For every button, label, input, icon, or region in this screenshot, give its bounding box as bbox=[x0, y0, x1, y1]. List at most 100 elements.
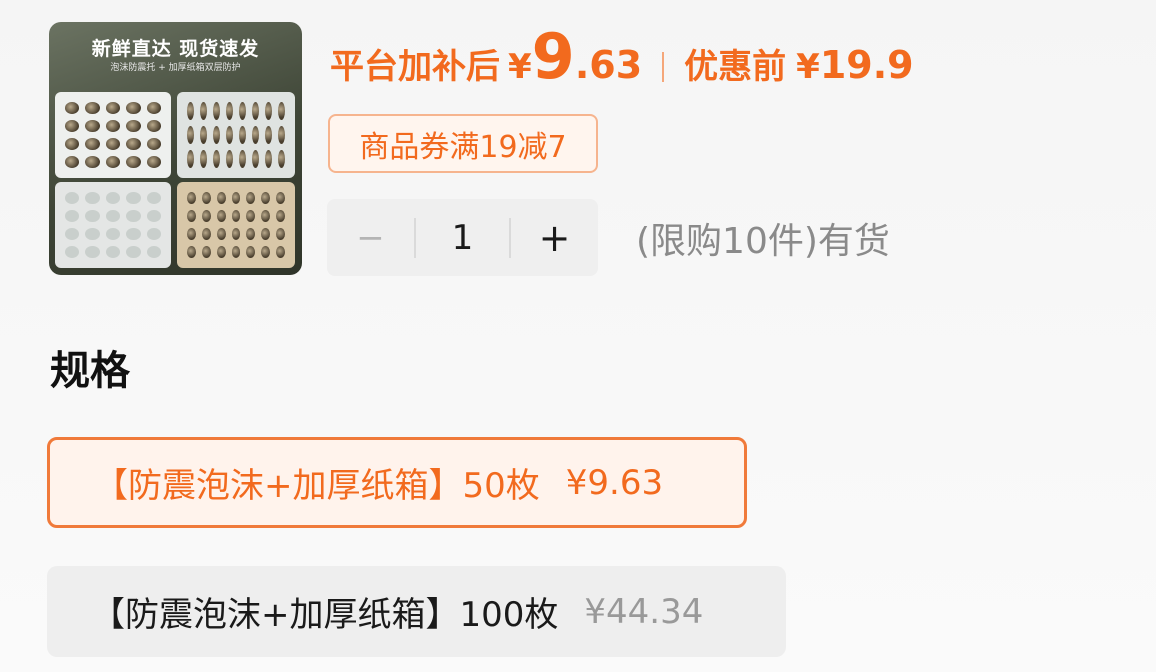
tray-hole bbox=[276, 228, 285, 240]
tray-hole bbox=[126, 138, 141, 150]
tray-hole bbox=[246, 210, 256, 222]
spec-option-price: ¥9.63 bbox=[565, 462, 664, 503]
tray-hole bbox=[261, 246, 271, 258]
tray-hole bbox=[252, 150, 259, 168]
spec-option-label: 【防震泡沫+加厚纸箱】50枚 bbox=[94, 466, 540, 506]
tray-hole bbox=[261, 228, 271, 240]
spec-option-label: 【防震泡沫+加厚纸箱】100枚 bbox=[91, 595, 559, 635]
tray-hole bbox=[65, 246, 80, 258]
tray-hole bbox=[126, 156, 141, 168]
tray-hole bbox=[278, 126, 285, 144]
tray-hole bbox=[216, 210, 226, 222]
tray-hole bbox=[65, 102, 80, 114]
thumbnail-headline: 新鲜直达 现货速发 bbox=[91, 38, 260, 60]
tray-hole bbox=[187, 228, 196, 240]
tray-hole bbox=[239, 102, 246, 120]
spec-option-50[interactable]: 【防震泡沫+加厚纸箱】50枚 ¥9.63 bbox=[47, 437, 747, 528]
tray-hole bbox=[65, 192, 80, 204]
stock-status: (限购10件)有货 bbox=[636, 221, 890, 262]
egg-tray-illustration bbox=[55, 92, 171, 178]
tray-hole bbox=[276, 246, 285, 258]
tray-hole bbox=[265, 126, 272, 144]
tray-hole bbox=[146, 192, 161, 204]
tray-hole bbox=[201, 246, 211, 258]
tray-hole bbox=[146, 156, 161, 168]
tray-hole bbox=[201, 192, 211, 204]
tray-hole bbox=[246, 246, 256, 258]
tray-hole bbox=[265, 150, 272, 168]
tray-hole bbox=[65, 228, 80, 240]
original-price-label: 优惠前 bbox=[684, 47, 787, 87]
price-currency: ¥ bbox=[508, 47, 532, 87]
price-label: 平台加补后 bbox=[330, 47, 500, 87]
tray-hole bbox=[105, 246, 121, 258]
tray-hole bbox=[200, 102, 207, 120]
tray-hole bbox=[226, 150, 233, 168]
tray-hole bbox=[85, 138, 100, 150]
tray-hole bbox=[105, 228, 121, 240]
tray-hole bbox=[252, 126, 259, 144]
tray-hole bbox=[213, 126, 220, 144]
tray-hole bbox=[200, 126, 207, 144]
tray-hole bbox=[187, 102, 194, 120]
product-sku-panel: 新鲜直达 现货速发 泡沫防震托 + 加厚纸箱双层防护 平台加补后 ¥ 9 .63… bbox=[0, 0, 1156, 672]
tray-hole bbox=[187, 126, 194, 144]
carton-illustration bbox=[177, 182, 295, 268]
tray-hole bbox=[226, 102, 233, 120]
tray-hole bbox=[85, 246, 100, 258]
tray-hole bbox=[126, 192, 141, 204]
tray-hole bbox=[246, 192, 256, 204]
thumbnail-subline: 泡沫防震托 + 加厚纸箱双层防护 bbox=[110, 63, 241, 73]
tray-hole bbox=[105, 156, 121, 168]
tray-hole bbox=[85, 210, 100, 222]
tray-hole bbox=[126, 246, 141, 258]
tray-hole bbox=[276, 192, 285, 204]
tray-hole bbox=[201, 228, 211, 240]
tray-hole bbox=[65, 138, 80, 150]
tray-hole bbox=[85, 192, 100, 204]
tray-hole bbox=[65, 210, 80, 222]
tray-hole bbox=[278, 102, 285, 120]
tray-hole bbox=[216, 228, 226, 240]
quantity-value[interactable]: 1 bbox=[416, 218, 509, 258]
spec-option-100[interactable]: 【防震泡沫+加厚纸箱】100枚 ¥44.34 bbox=[47, 566, 786, 657]
tray-hole bbox=[261, 192, 271, 204]
tray-hole bbox=[105, 192, 121, 204]
tray-hole bbox=[201, 210, 211, 222]
tray-hole bbox=[146, 120, 161, 132]
price-divider bbox=[662, 52, 665, 82]
tray-hole bbox=[105, 138, 121, 150]
tray-hole bbox=[187, 210, 196, 222]
tray-hole bbox=[126, 120, 141, 132]
original-price-currency: ¥ bbox=[796, 47, 820, 87]
tray-hole bbox=[246, 228, 256, 240]
tray-hole bbox=[231, 210, 241, 222]
tray-hole bbox=[261, 210, 271, 222]
tray-hole bbox=[126, 210, 141, 222]
tray-hole bbox=[146, 102, 161, 114]
tray-hole bbox=[85, 156, 100, 168]
original-price: 19.9 bbox=[819, 43, 914, 87]
tray-hole bbox=[187, 150, 194, 168]
tray-hole bbox=[239, 126, 246, 144]
tray-hole bbox=[231, 228, 241, 240]
tray-hole bbox=[231, 192, 241, 204]
tray-hole bbox=[105, 210, 121, 222]
tray-hole bbox=[126, 102, 141, 114]
product-thumbnail[interactable]: 新鲜直达 现货速发 泡沫防震托 + 加厚纸箱双层防护 bbox=[49, 22, 302, 275]
tray-hole bbox=[200, 150, 207, 168]
tray-hole bbox=[265, 102, 272, 120]
coupon-badge[interactable]: 商品券满19减7 bbox=[328, 114, 598, 173]
tray-hole bbox=[187, 192, 196, 204]
quantity-stepper: − 1 + bbox=[327, 199, 598, 276]
tray-hole bbox=[146, 210, 161, 222]
tray-hole bbox=[213, 102, 220, 120]
tray-hole bbox=[226, 126, 233, 144]
increase-button[interactable]: + bbox=[511, 199, 598, 276]
tray-hole bbox=[85, 120, 100, 132]
tray-hole bbox=[85, 102, 100, 114]
decrease-button[interactable]: − bbox=[327, 199, 414, 276]
tray-hole bbox=[187, 246, 196, 258]
egg-box-illustration bbox=[177, 92, 295, 178]
tray-hole bbox=[65, 120, 80, 132]
